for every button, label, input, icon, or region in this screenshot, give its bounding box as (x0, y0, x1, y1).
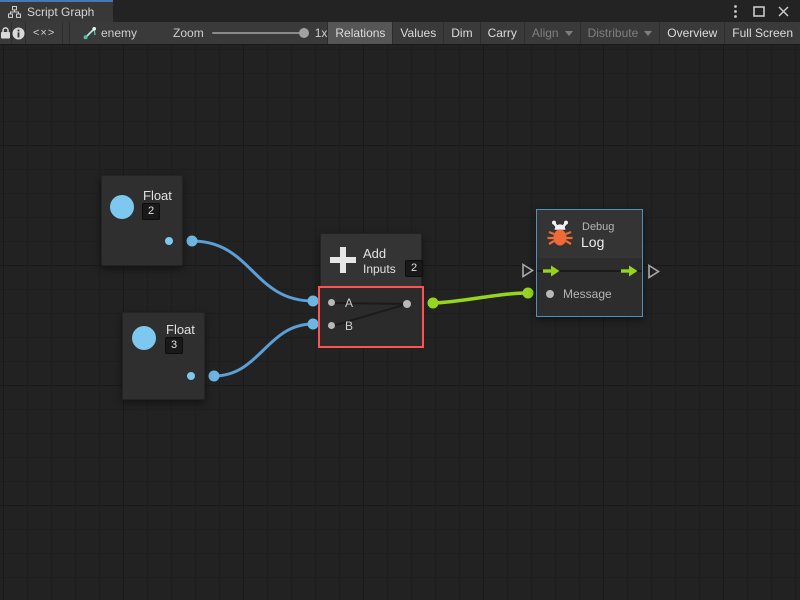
zoom-control: Zoom 1x (147, 22, 327, 44)
node-title: Log (581, 234, 604, 250)
message-input-port[interactable] (546, 290, 554, 298)
debug-log-header: Debug Log (537, 210, 642, 258)
port-a-label: A (345, 296, 353, 310)
input-port-a[interactable] (328, 299, 335, 306)
float-output-port-large[interactable] (110, 195, 134, 219)
toolbar-toggle-group: Relations Values Dim Carry Align Distrib… (327, 22, 800, 44)
bug-icon (545, 219, 575, 249)
node-title: Float (143, 188, 172, 203)
graph-hierarchy-icon (8, 6, 21, 18)
fullscreen-label: Full Screen (732, 26, 793, 40)
float-output-port[interactable] (165, 237, 173, 245)
chevron-down-icon (644, 31, 652, 36)
graph-toolbar: <×> enemy Zoom 1x Relations Values Dim C… (0, 22, 800, 45)
overview-button[interactable]: Overview (660, 22, 725, 44)
window-controls (726, 0, 800, 22)
port-b-label: B (345, 319, 353, 333)
node-title: Add (363, 246, 386, 261)
unity-visual-scripting-window: Script Graph (0, 0, 800, 600)
flow-exit-triangle-port[interactable] (647, 264, 660, 279)
wire-endpoint-dot (308, 319, 319, 330)
distribute-label: Distribute (588, 26, 639, 40)
plus-icon (329, 246, 357, 274)
wire-endpoint-dot (523, 288, 534, 299)
toggle-dim-label: Dim (451, 26, 472, 40)
node-add-ports-highlighted[interactable]: A B (320, 288, 422, 346)
menu-kebab-icon[interactable] (726, 2, 744, 20)
graph-name: enemy (101, 26, 137, 40)
float-output-port[interactable] (187, 372, 195, 380)
fullscreen-button[interactable]: Full Screen (725, 22, 800, 44)
flow-input-arrow-icon[interactable] (543, 265, 560, 277)
chevron-down-icon (565, 31, 573, 36)
node-title: Float (166, 322, 195, 337)
graph-canvas[interactable]: Float 2 Float 3 Add Inputs 2 (0, 45, 800, 600)
flow-row (537, 258, 642, 284)
tab-script-graph[interactable]: Script Graph (0, 0, 113, 22)
zoom-slider-handle[interactable] (299, 28, 309, 38)
graph-reference-breadcrumb[interactable]: enemy (70, 22, 147, 44)
toggle-values[interactable]: Values (393, 22, 444, 44)
wire-endpoint-dot (428, 298, 439, 309)
zoom-slider[interactable] (212, 32, 307, 34)
distribute-dropdown[interactable]: Distribute (581, 22, 661, 44)
node-add-header[interactable]: Add Inputs 2 (320, 233, 422, 288)
message-port-label: Message (563, 287, 612, 301)
code-view-label: <×> (33, 27, 55, 39)
code-view-button[interactable]: <×> (26, 22, 63, 44)
flow-output-arrow-icon[interactable] (621, 265, 638, 277)
float-value-field[interactable]: 2 (142, 203, 160, 220)
float-value-field[interactable]: 3 (165, 337, 183, 354)
float-output-port-large[interactable] (132, 326, 156, 350)
info-icon (12, 27, 25, 40)
inputs-label: Inputs (363, 262, 396, 276)
toolbar-separator (63, 22, 70, 44)
wire-endpoint-dot (187, 236, 198, 247)
node-category: Debug (582, 221, 614, 233)
toggle-relations[interactable]: Relations (327, 22, 393, 44)
overview-label: Overview (667, 26, 717, 40)
node-float-2[interactable]: Float 2 (101, 175, 183, 266)
wire-float2-to-add-a[interactable] (192, 241, 313, 301)
zoom-label: Zoom (173, 26, 204, 40)
node-debug-log-selected[interactable]: Debug Log Message (536, 209, 643, 317)
input-port-b[interactable] (328, 322, 335, 329)
align-label: Align (532, 26, 559, 40)
toggle-carry-label: Carry (488, 26, 517, 40)
info-button[interactable] (12, 22, 26, 44)
wire-endpoint-dot (209, 371, 220, 382)
tab-title: Script Graph (27, 5, 94, 19)
node-float-3[interactable]: Float 3 (122, 312, 205, 400)
maximize-icon[interactable] (750, 2, 768, 20)
toggle-values-label: Values (400, 26, 436, 40)
zoom-value: 1x (315, 26, 328, 40)
inputs-count-field[interactable]: 2 (405, 260, 423, 277)
flow-entry-triangle-port[interactable] (521, 263, 534, 278)
sum-output-port[interactable] (403, 300, 411, 308)
toggle-carry[interactable]: Carry (481, 22, 525, 44)
toggle-dim[interactable]: Dim (444, 22, 480, 44)
wire-endpoint-dot (308, 296, 319, 307)
wire-float3-to-add-b[interactable] (214, 324, 313, 376)
port-relation-lines (320, 288, 422, 346)
script-graph-asset-icon (82, 27, 96, 40)
close-icon[interactable] (774, 2, 792, 20)
toggle-relations-label: Relations (335, 26, 385, 40)
lock-button[interactable] (0, 22, 12, 44)
wire-add-to-message[interactable] (433, 293, 528, 303)
lock-icon (0, 27, 11, 39)
align-dropdown[interactable]: Align (525, 22, 581, 44)
window-titlebar: Script Graph (0, 0, 800, 22)
